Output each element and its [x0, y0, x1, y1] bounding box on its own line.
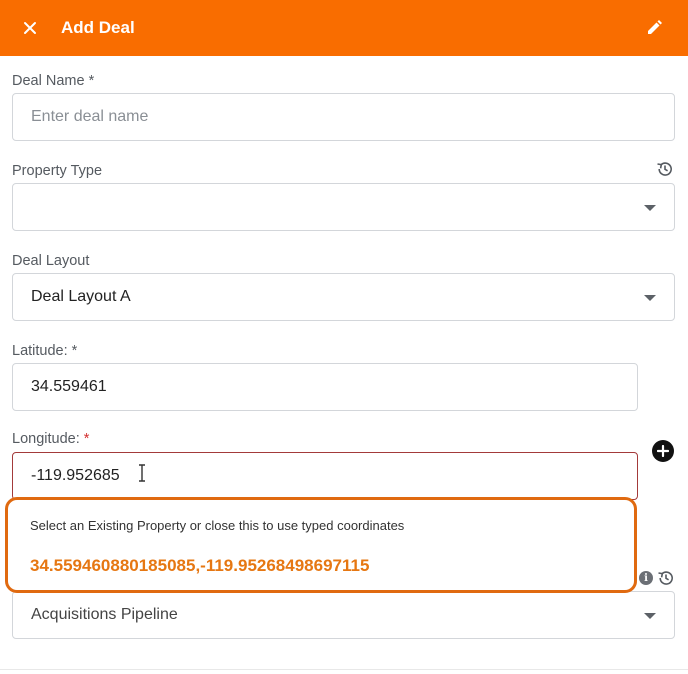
- longitude-input[interactable]: [31, 467, 637, 485]
- deal-name-input[interactable]: [31, 108, 674, 126]
- deal-layout-label: Deal Layout: [12, 253, 90, 269]
- longitude-label: Longitude: *: [12, 431, 90, 447]
- popup-message: Select an Existing Property or close thi…: [30, 518, 405, 533]
- close-icon: [24, 22, 36, 34]
- caret-down-icon: [644, 205, 656, 211]
- longitude-field[interactable]: [12, 452, 638, 500]
- page-title: Add Deal: [61, 18, 135, 37]
- latitude-input[interactable]: [31, 378, 637, 396]
- property-type-label: Property Type: [12, 163, 103, 179]
- edit-button[interactable]: [642, 16, 666, 40]
- deal-layout-value: Deal Layout A: [31, 288, 131, 305]
- property-type-select[interactable]: [12, 183, 675, 231]
- bottom-divider: [0, 669, 688, 670]
- history-icon[interactable]: [656, 160, 674, 178]
- latitude-field[interactable]: [12, 363, 638, 411]
- caret-down-icon: [644, 613, 656, 619]
- coordinate-suggestion-popup: Select an Existing Property or close thi…: [5, 497, 637, 593]
- text-cursor-icon: [139, 464, 145, 482]
- app-header: Add Deal: [0, 0, 688, 56]
- pencil-icon: [648, 20, 662, 34]
- add-coordinate-button[interactable]: [652, 440, 674, 462]
- history-icon[interactable]: [657, 569, 675, 587]
- deal-layout-select[interactable]: Deal Layout A: [12, 273, 675, 321]
- info-icon[interactable]: i: [639, 571, 653, 585]
- caret-down-icon: [644, 295, 656, 301]
- pipeline-value: Acquisitions Pipeline: [31, 606, 178, 623]
- plus-circle-icon: [657, 445, 669, 457]
- pipeline-select[interactable]: Acquisitions Pipeline: [12, 591, 675, 639]
- deal-name-field[interactable]: [12, 93, 675, 141]
- existing-property-option[interactable]: 34.559460880185085,-119.95268498697115: [30, 556, 369, 576]
- close-button[interactable]: [18, 16, 42, 40]
- deal-name-label: Deal Name *: [12, 73, 95, 89]
- latitude-label: Latitude: *: [12, 343, 78, 359]
